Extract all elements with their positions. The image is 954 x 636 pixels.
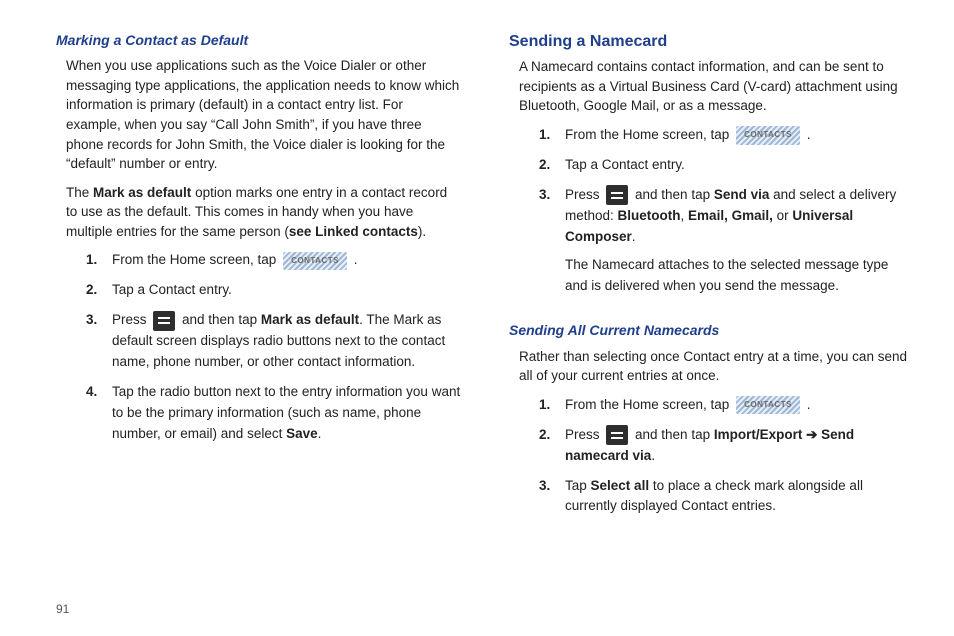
text: . [803, 397, 811, 412]
two-column-layout: Marking a Contact as Default When you us… [56, 30, 914, 598]
list-item: Tap the radio button next to the entry i… [86, 382, 461, 454]
text: Press [565, 187, 603, 202]
bold-text: Save [286, 426, 318, 441]
list-item: Tap Select all to place a check mark alo… [539, 476, 914, 527]
list-item: Press and then tap Send via and select a… [539, 185, 914, 307]
steps-list: From the Home screen, tap CONTACTS . Tap… [86, 250, 461, 453]
list-item: From the Home screen, tap CONTACTS . [539, 395, 914, 425]
text: . [318, 426, 322, 441]
page-number: 91 [56, 598, 914, 616]
bold-text: see Linked contacts [289, 224, 418, 239]
text: . [632, 229, 636, 244]
bold-text: Email, Gmail, [688, 208, 773, 223]
bold-text: Send via [714, 187, 770, 202]
text: . [803, 127, 811, 142]
list-item: Press and then tap Import/Export ➔ Send … [539, 425, 914, 476]
text: . [350, 252, 358, 267]
left-column: Marking a Contact as Default When you us… [56, 30, 461, 598]
bold-text: Bluetooth [618, 208, 681, 223]
text: Press [112, 312, 150, 327]
text: From the Home screen, tap [565, 127, 733, 142]
heading-marking-default: Marking a Contact as Default [56, 30, 461, 50]
text: ). [418, 224, 426, 239]
steps-list: From the Home screen, tap CONTACTS . Tap… [539, 125, 914, 306]
list-item: From the Home screen, tap CONTACTS . [539, 125, 914, 155]
paragraph: Rather than selecting once Contact entry… [519, 347, 914, 386]
text: and then tap [178, 312, 261, 327]
bold-text: Select all [591, 478, 650, 493]
paragraph: A Namecard contains contact information,… [519, 57, 914, 116]
list-item: Tap a Contact entry. [86, 280, 461, 310]
paragraph: When you use applications such as the Vo… [66, 56, 461, 173]
bold-text: Mark as default [93, 185, 191, 200]
paragraph: The Namecard attaches to the selected me… [565, 255, 914, 297]
text: , [681, 208, 689, 223]
text: and then tap [631, 427, 714, 442]
text: From the Home screen, tap [112, 252, 280, 267]
right-column: Sending a Namecard A Namecard contains c… [509, 30, 914, 598]
steps-list: From the Home screen, tap CONTACTS . Pre… [539, 395, 914, 527]
paragraph: The Mark as default option marks one ent… [66, 183, 461, 242]
text: From the Home screen, tap [565, 397, 733, 412]
contacts-icon: CONTACTS [736, 396, 800, 414]
menu-icon [606, 425, 628, 445]
menu-icon [153, 311, 175, 331]
text: The [66, 185, 93, 200]
contacts-icon: CONTACTS [283, 252, 347, 270]
contacts-icon: CONTACTS [736, 126, 800, 144]
list-item: From the Home screen, tap CONTACTS . [86, 250, 461, 280]
text: . [651, 448, 655, 463]
menu-icon [606, 185, 628, 205]
text: or [773, 208, 793, 223]
text: Press [565, 427, 603, 442]
text: Tap [565, 478, 591, 493]
list-item: Press and then tap Mark as default. The … [86, 310, 461, 382]
text: and then tap [631, 187, 714, 202]
bold-text: Mark as default [261, 312, 359, 327]
heading-sending-all-namecards: Sending All Current Namecards [509, 320, 914, 340]
list-item: Tap a Contact entry. [539, 155, 914, 185]
heading-sending-namecard: Sending a Namecard [509, 30, 914, 53]
